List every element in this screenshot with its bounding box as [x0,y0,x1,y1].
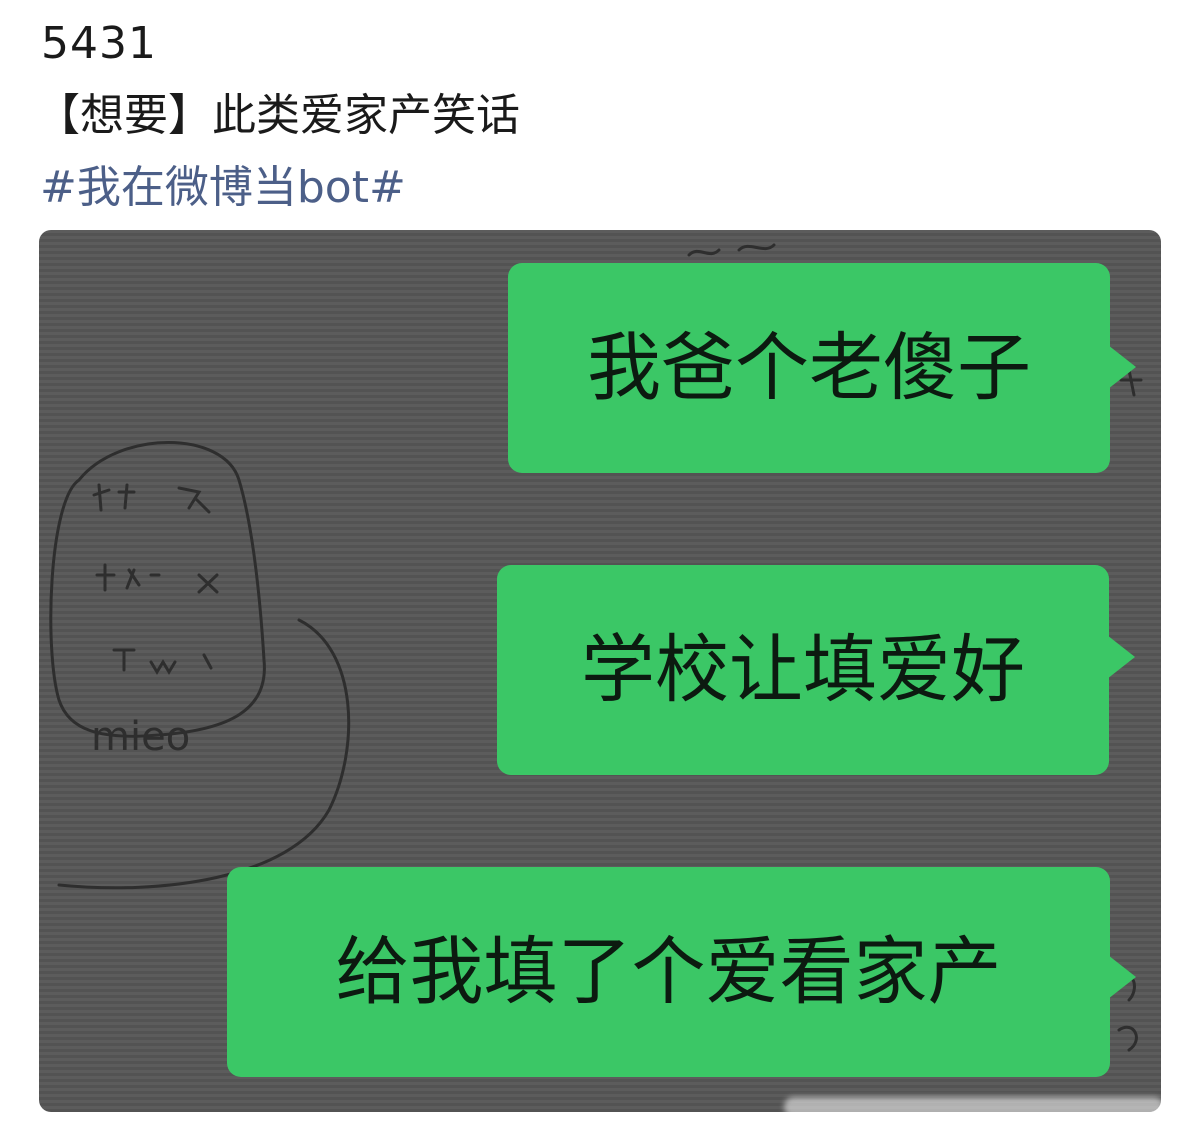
bubble-tail [1108,955,1136,999]
chat-message-1: 我爸个老傻子 [587,325,1031,411]
watermark [784,1097,1161,1112]
doodle-label: mieo [91,714,190,760]
post-body-text: 【想要】此类爱家产笑话 [36,90,520,141]
bubble-tail [1107,635,1135,679]
weibo-post: 5431 【想要】此类爱家产笑话 #我在微博当bot# mieo 我爸个老傻子 [0,0,1200,1132]
chat-message-3: 给我填了个爱看家产 [335,929,1002,1015]
chat-bubble-3: 给我填了个爱看家产 [227,867,1136,1077]
post-id-text: 5431 [41,18,157,69]
chat-message-2: 学校让填爱好 [581,627,1025,713]
post-image[interactable]: mieo 我爸个老傻子 学校让填爱好 给我填了个爱看家产 [39,230,1161,1112]
bubble-tail [1108,345,1136,389]
chat-bubble-1: 我爸个老傻子 [508,263,1136,473]
chat-bubble-2: 学校让填爱好 [497,565,1135,775]
hashtag-link[interactable]: #我在微博当bot# [40,160,406,216]
